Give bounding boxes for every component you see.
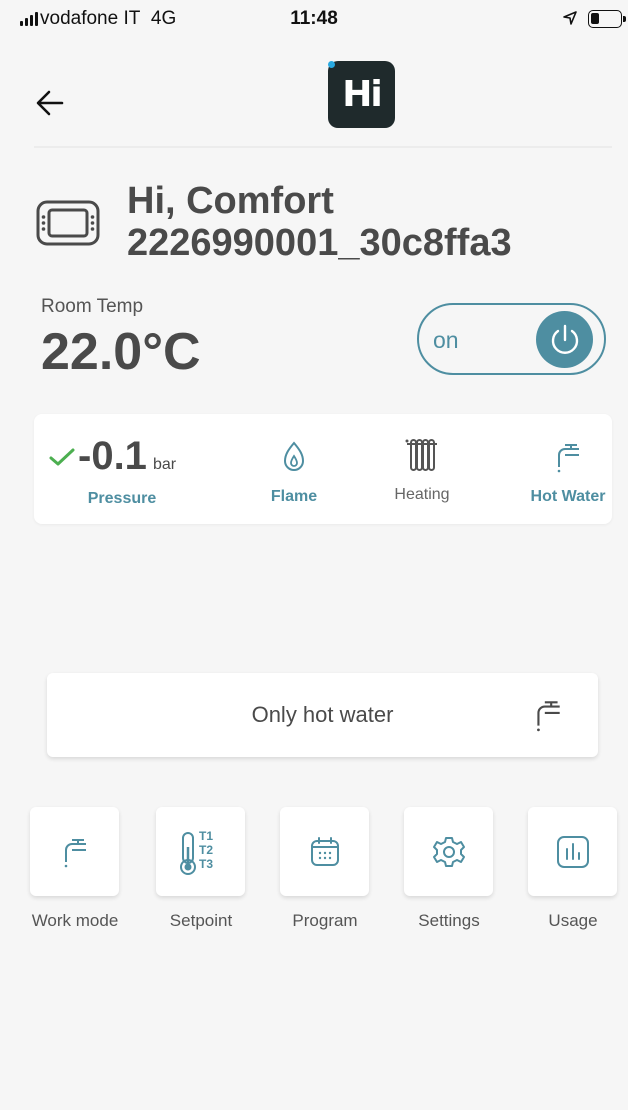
battery-icon xyxy=(588,10,626,28)
work-mode-label: Only hot water xyxy=(251,702,394,727)
setpoint-button[interactable]: T1 T2 T3 Setpoint xyxy=(156,807,246,930)
thermometer-t1-t2-t3-icon: T1 T2 T3 xyxy=(179,829,213,875)
usage-button-label: Usage xyxy=(548,911,598,930)
room-temp-label: Room Temp xyxy=(41,296,144,317)
power-toggle-label: on xyxy=(433,327,459,353)
power-toggle[interactable]: on xyxy=(417,303,606,375)
setpoint-button-label: Setpoint xyxy=(169,911,233,930)
gear-icon xyxy=(432,836,465,867)
hot-water-status: Hot Water xyxy=(513,436,623,506)
heating-status: Heating xyxy=(372,434,472,504)
settings-button[interactable]: Settings xyxy=(404,807,494,930)
flame-status: Flame xyxy=(249,436,339,506)
pressure-unit: bar xyxy=(152,456,177,473)
room-temp-value: 22.0°C xyxy=(41,323,201,381)
radiator-icon xyxy=(405,439,437,471)
device-greeting: Hi, Comfort xyxy=(127,180,334,222)
location-arrow-icon xyxy=(563,11,577,25)
usage-chart-icon xyxy=(556,835,589,868)
status-bar: vodafone IT 4G 11:48 xyxy=(0,0,628,40)
pressure-status: -0.1 bar Pressure xyxy=(48,434,198,507)
heating-label: Heating xyxy=(394,486,450,503)
boiler-status-card: -0.1 bar Pressure Flame Heating Hot Wate… xyxy=(34,414,612,524)
header-divider xyxy=(34,146,612,148)
arrow-left-icon xyxy=(36,90,64,116)
program-button-label: Program xyxy=(292,911,358,930)
device-title: Hi, Comfort 2226990001_30c8ffa3 xyxy=(127,180,512,264)
status-time: 11:48 xyxy=(290,8,338,29)
back-button[interactable] xyxy=(34,88,66,118)
thermostat-device-icon xyxy=(36,200,100,246)
svg-text:T1: T1 xyxy=(199,829,213,843)
work-mode-button-label: Work mode xyxy=(31,911,119,930)
usage-button[interactable]: Usage xyxy=(528,807,618,930)
pressure-label: Pressure xyxy=(87,490,157,507)
app-logo-text: Hi xyxy=(342,74,382,115)
flame-label: Flame xyxy=(270,488,318,505)
power-knob xyxy=(536,311,593,368)
power-icon xyxy=(551,324,578,354)
screen: vodafone IT 4G 11:48 Hi Hi, Comfort 2226… xyxy=(0,0,628,1110)
logo-dot xyxy=(328,61,335,68)
pressure-reading: -0.1 bar xyxy=(48,434,198,479)
calendar-icon xyxy=(310,836,339,866)
svg-text:T2: T2 xyxy=(199,843,213,857)
flame-icon xyxy=(283,441,305,471)
check-icon xyxy=(49,448,75,465)
settings-button-label: Settings xyxy=(418,911,480,930)
faucet-icon xyxy=(537,701,560,732)
faucet-icon xyxy=(557,444,579,473)
device-id: 2226990001_30c8ffa3 xyxy=(127,222,512,264)
hot-water-label: Hot Water xyxy=(530,488,606,505)
work-mode-card[interactable]: Only hot water xyxy=(47,673,598,757)
faucet-icon xyxy=(64,838,86,867)
app-logo: Hi xyxy=(328,61,395,128)
program-button[interactable]: Program xyxy=(280,807,370,930)
svg-text:T3: T3 xyxy=(199,857,213,871)
pressure-value: -0.1 xyxy=(78,434,147,478)
work-mode-button[interactable]: Work mode xyxy=(30,807,120,930)
